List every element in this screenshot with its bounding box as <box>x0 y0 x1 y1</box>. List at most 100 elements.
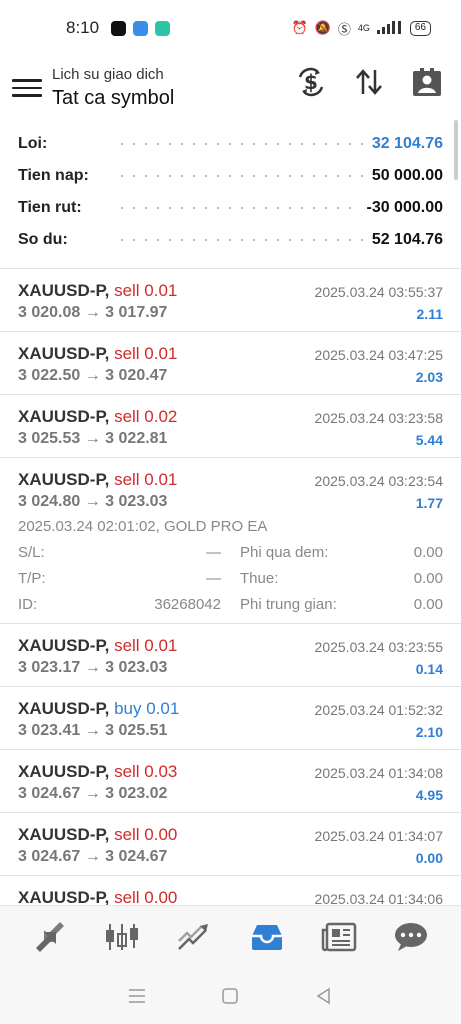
title-block: Lich su giao dich Tat ca symbol <box>52 66 174 110</box>
summary-label: So du: <box>18 231 68 248</box>
back-icon[interactable] <box>309 981 339 1011</box>
detail-swap-label: Phi qua dem: <box>240 544 329 561</box>
deal-row[interactable]: XAUUSD-P, sell 0.00 2025.03.24 01:34:07 … <box>0 812 461 875</box>
summary-label: Tien nap: <box>18 167 89 184</box>
summary-label: Loi: <box>18 135 48 152</box>
deal-prices: 3 024.80 → 3 023.03 <box>18 493 168 510</box>
chat-icon[interactable] <box>389 915 433 959</box>
deal-profit: 1.77 <box>415 495 443 511</box>
deal-profit: 5.44 <box>415 432 443 448</box>
detail-sl-value: — <box>206 544 221 561</box>
symbol-filter-title[interactable]: Tat ca symbol <box>52 87 174 110</box>
app-notification-icon <box>133 20 149 36</box>
deal-symbol: XAUUSD-P, <box>18 636 110 655</box>
deal-side: sell 0.00 <box>114 825 178 844</box>
deal-time: 2025.03.24 01:34:07 <box>314 828 443 844</box>
deal-time: 2025.03.24 01:34:06 <box>314 891 443 905</box>
deal-time: 2025.03.24 01:52:32 <box>314 702 443 718</box>
deal-profit: 2.03 <box>415 369 443 385</box>
deal-prices: 3 025.53 → 3 022.81 <box>18 430 168 447</box>
battery-icon: 66 <box>409 20 431 36</box>
zalo-notification-icon <box>111 20 127 36</box>
mute-icon: 🔕 <box>314 20 331 35</box>
page-subtitle: Lich su giao dich <box>52 66 164 83</box>
signal-icon <box>376 20 403 37</box>
deal-profit: 2.10 <box>415 724 443 740</box>
deal-time: 2025.03.24 03:23:58 <box>314 410 443 426</box>
history-icon[interactable] <box>245 915 289 959</box>
news-icon[interactable] <box>317 915 361 959</box>
deal-row[interactable]: XAUUSD-P, sell 0.02 2025.03.24 03:23:58 … <box>0 394 461 457</box>
quotes-icon[interactable] <box>28 915 72 959</box>
system-navigation <box>0 967 461 1024</box>
deal-row[interactable]: XAUUSD-P, sell 0.03 2025.03.24 01:34:08 … <box>0 749 461 812</box>
detail-swap-value: 0.00 <box>413 544 443 561</box>
deal-prices: 3 023.17 → 3 023.03 <box>18 659 168 676</box>
deal-side: sell 0.02 <box>114 407 178 426</box>
deal-time: 2025.03.24 01:34:08 <box>314 765 443 781</box>
currency-exchange-icon[interactable]: $ <box>295 66 327 98</box>
data-saver-icon: Ⓢ <box>337 21 351 37</box>
detail-tax-label: Thue: <box>240 570 279 587</box>
detail-commission-label: Phi trung gian: <box>240 596 337 613</box>
deal-row[interactable]: XAUUSD-P, sell 0.01 2025.03.24 03:47:25 … <box>0 331 461 394</box>
deal-side: sell 0.00 <box>114 888 178 905</box>
detail-tp-value: — <box>206 570 221 587</box>
deal-symbol: XAUUSD-P, <box>18 407 110 426</box>
deal-side: sell 0.01 <box>114 281 178 300</box>
deal-side: sell 0.01 <box>114 470 178 489</box>
menu-button[interactable] <box>12 79 42 97</box>
alarm-icon: ⏰ <box>291 20 308 35</box>
deal-time: 2025.03.24 03:23:54 <box>314 473 443 489</box>
home-icon[interactable] <box>215 981 245 1011</box>
status-bar: 8:10 ⏰ 🔕 Ⓢ 4G 66 <box>0 0 461 56</box>
detail-id-value: 36268042 <box>154 596 221 613</box>
deal-side: buy 0.01 <box>114 699 180 718</box>
summary-row-deposit: Tien nap: 50 000.00 <box>18 160 443 192</box>
deal-symbol: XAUUSD-P, <box>18 344 110 363</box>
account-summary: Loi: 32 104.76 Tien nap: 50 000.00 Tien … <box>0 128 461 268</box>
summary-value-deposit: 50 000.00 <box>371 167 443 184</box>
deal-prices: 3 020.08 → 3 017.97 <box>18 304 168 321</box>
detail-tax-value: 0.00 <box>413 570 443 587</box>
deal-profit: 0.00 <box>415 850 443 866</box>
deal-row-expanded[interactable]: XAUUSD-P, sell 0.01 2025.03.24 03:23:54 … <box>0 457 461 520</box>
deal-detail-panel: 2025.03.24 02:01:02, GOLD PRO EA S/L: — … <box>0 514 461 622</box>
summary-value-balance: 52 104.76 <box>371 231 443 248</box>
deal-symbol: XAUUSD-P, <box>18 888 110 905</box>
messenger-notification-icon <box>155 20 171 36</box>
summary-label: Tien rut: <box>18 199 82 216</box>
app-header: Lich su giao dich Tat ca symbol $ <box>0 56 461 120</box>
deal-symbol: XAUUSD-P, <box>18 281 110 300</box>
deal-side: sell 0.03 <box>114 762 178 781</box>
deal-row[interactable]: XAUUSD-P, sell 0.01 2025.03.24 03:55:37 … <box>0 268 461 331</box>
summary-value-profit: 32 104.76 <box>371 135 443 152</box>
deal-time: 2025.03.24 03:47:25 <box>314 347 443 363</box>
deal-symbol: XAUUSD-P, <box>18 470 110 489</box>
status-time: 8:10 <box>66 18 100 37</box>
deal-prices: 3 023.41 → 3 025.51 <box>18 722 168 739</box>
deal-row[interactable]: XAUUSD-P, sell 0.01 2025.03.24 03:23:55 … <box>0 623 461 686</box>
deal-time: 2025.03.24 03:23:55 <box>314 639 443 655</box>
trade-icon[interactable] <box>172 915 216 959</box>
deal-row[interactable]: XAUUSD-P, sell 0.00 2025.03.24 01:34:06 <box>0 875 461 905</box>
recents-icon[interactable] <box>122 981 152 1011</box>
summary-row-profit: Loi: 32 104.76 <box>18 128 443 160</box>
account-card-icon[interactable] <box>411 66 443 98</box>
deal-symbol: XAUUSD-P, <box>18 825 110 844</box>
deal-prices: 3 024.67 → 3 023.02 <box>18 785 168 802</box>
scrollbar-thumb[interactable] <box>454 120 458 180</box>
detail-open-time-comment: 2025.03.24 02:01:02, GOLD PRO EA <box>18 518 268 535</box>
bottom-navigation <box>0 905 461 967</box>
deal-row[interactable]: XAUUSD-P, buy 0.01 2025.03.24 01:52:32 3… <box>0 686 461 749</box>
deal-prices: 3 022.50 → 3 020.47 <box>18 367 168 384</box>
deal-time: 2025.03.24 03:55:37 <box>314 284 443 300</box>
deal-profit: 2.11 <box>416 306 443 322</box>
summary-row-balance: So du: 52 104.76 <box>18 224 443 256</box>
deal-side: sell 0.01 <box>114 636 178 655</box>
sort-icon[interactable] <box>353 66 385 98</box>
chart-icon[interactable] <box>100 915 144 959</box>
deal-symbol: XAUUSD-P, <box>18 699 110 718</box>
summary-row-withdrawal: Tien rut: -30 000.00 <box>18 192 443 224</box>
summary-value-withdrawal: -30 000.00 <box>366 199 443 216</box>
